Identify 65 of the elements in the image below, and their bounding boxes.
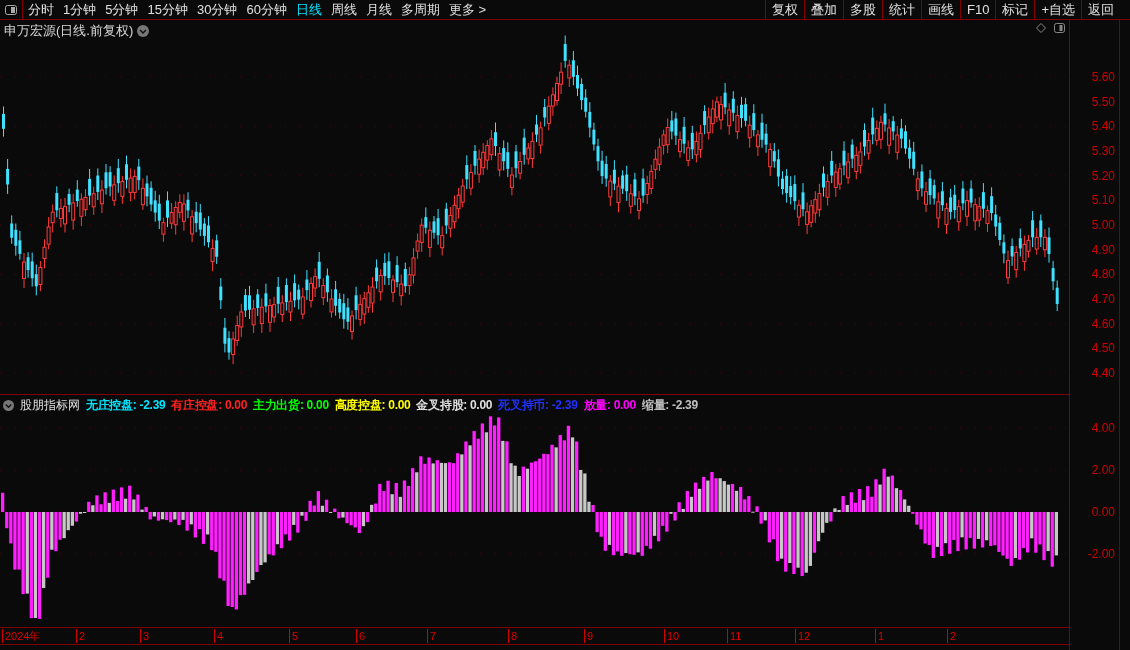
price-axis-label: 5.20 bbox=[1091, 168, 1115, 183]
toolbar-button[interactable]: 复权 bbox=[765, 0, 804, 19]
price-axis-label: 5.40 bbox=[1091, 119, 1115, 134]
period-tab[interactable]: 15分钟 bbox=[147, 0, 188, 20]
period-tab[interactable]: 30分钟 bbox=[196, 0, 238, 20]
period-tab[interactable]: 周线 bbox=[330, 0, 357, 20]
date-axis-label: 6 bbox=[356, 629, 366, 643]
indicator-axis-label: 2.00 bbox=[1091, 463, 1115, 477]
price-axis-label: 5.60 bbox=[1091, 70, 1115, 84]
indicator-axis-label: 0.00 bbox=[1091, 505, 1115, 519]
price-axis-label: 4.60 bbox=[1091, 316, 1115, 331]
indicator-name: 股朋指标网 bbox=[20, 397, 80, 414]
toolbar-button[interactable]: 返回 bbox=[1081, 0, 1120, 19]
legend-item: 高度控盘: 0.00 bbox=[334, 397, 411, 414]
toolbar-button[interactable]: 画线 bbox=[921, 0, 960, 19]
indicator-axis-label: -2.00 bbox=[1087, 547, 1115, 561]
toolbar-button[interactable]: 标记 bbox=[995, 0, 1035, 19]
panel-toggle-icon[interactable] bbox=[1054, 23, 1065, 33]
date-axis-label: 3 bbox=[140, 629, 150, 643]
legend-item: 主力出货: 0.00 bbox=[253, 397, 329, 414]
legend-item: 死叉持币: -2.39 bbox=[498, 397, 578, 414]
price-axis-label: 4.90 bbox=[1091, 242, 1115, 257]
date-axis-label: 5 bbox=[289, 629, 299, 643]
period-tab[interactable]: 5分钟 bbox=[105, 0, 139, 20]
chart-title: 申万宏源(日线.前复权) bbox=[4, 22, 134, 40]
toolbar-button[interactable]: 多股 bbox=[843, 0, 882, 19]
date-axis-label: 12 bbox=[795, 629, 811, 643]
price-axis-label: 5.30 bbox=[1091, 144, 1115, 158]
period-tab[interactable]: 60分钟 bbox=[246, 0, 287, 20]
period-tab[interactable]: 1分钟 bbox=[63, 0, 97, 20]
date-axis-label: 4 bbox=[214, 629, 224, 643]
date-axis-label: 7 bbox=[427, 629, 437, 643]
period-tab[interactable]: 分时 bbox=[28, 0, 54, 20]
date-axis-label: 2 bbox=[76, 629, 86, 643]
legend-item: 缩量: -2.39 bbox=[641, 397, 698, 414]
price-axis-label: 5.10 bbox=[1091, 193, 1115, 208]
price-axis-label: 4.50 bbox=[1091, 341, 1115, 356]
price-axis-label: 4.80 bbox=[1091, 267, 1115, 282]
price-axis-label: 4.40 bbox=[1091, 366, 1115, 381]
date-axis-label: 2 bbox=[947, 629, 957, 643]
price-axis-label: 5.00 bbox=[1091, 218, 1115, 232]
period-tab[interactable]: 多周期 bbox=[400, 0, 440, 20]
date-axis-label: 2024年 bbox=[2, 629, 41, 643]
date-axis-label: 11 bbox=[727, 629, 742, 643]
date-axis-label: 9 bbox=[584, 629, 594, 643]
legend-item: 放量: 0.00 bbox=[583, 397, 636, 414]
panel-toggle-icon[interactable] bbox=[5, 4, 17, 15]
toolbar-button[interactable]: 叠加 bbox=[804, 0, 843, 19]
date-axis-label: 10 bbox=[664, 629, 680, 643]
legend-item: 无庄控盘: -2.39 bbox=[86, 397, 166, 414]
legend-item: 金叉持股: 0.00 bbox=[416, 397, 493, 414]
period-tab[interactable]: 月线 bbox=[365, 0, 392, 20]
period-tab[interactable]: 更多 > bbox=[448, 0, 487, 20]
price-axis-label: 4.70 bbox=[1091, 292, 1115, 306]
toolbar-button[interactable]: 统计 bbox=[882, 0, 921, 19]
dropdown-icon[interactable] bbox=[137, 24, 150, 37]
date-axis-label: 8 bbox=[508, 629, 518, 643]
period-tab[interactable]: 日线 bbox=[295, 0, 322, 20]
legend-item: 有庄控盘: 0.00 bbox=[171, 397, 248, 414]
price-axis-label: 5.50 bbox=[1091, 94, 1115, 109]
date-axis-label: 1 bbox=[875, 629, 885, 643]
indicator-axis-label: 4.00 bbox=[1091, 421, 1115, 435]
toolbar-button[interactable]: F10 bbox=[960, 0, 996, 19]
dropdown-icon[interactable] bbox=[3, 399, 14, 411]
toolbar-button[interactable]: +自选 bbox=[1034, 0, 1081, 19]
